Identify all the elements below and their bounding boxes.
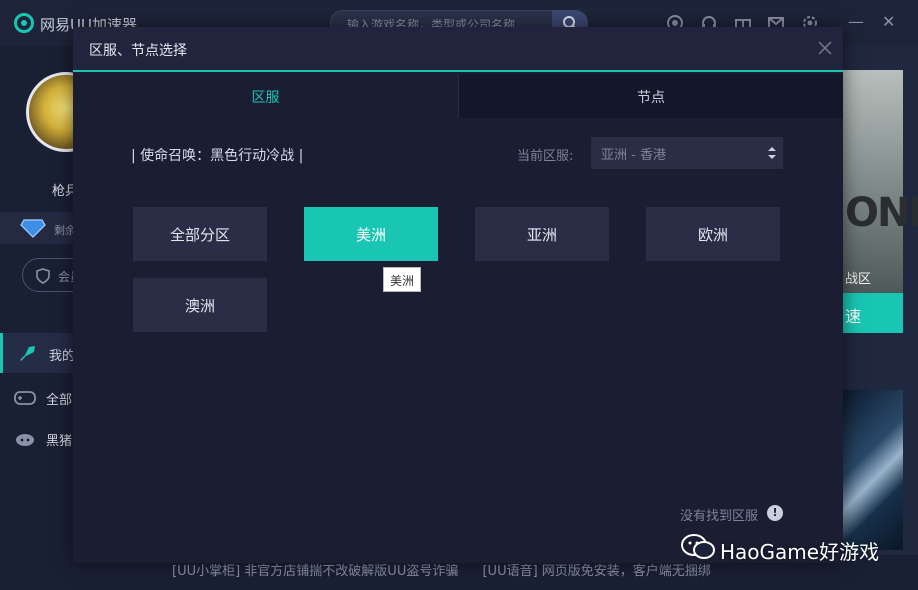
modal-tabs: 区服 节点 [73, 74, 843, 118]
region-oceania-button[interactable]: 澳洲 [133, 278, 267, 332]
shield-icon [36, 268, 50, 284]
region-tooltip: 美洲 [383, 267, 422, 292]
region-europe-button[interactable]: 欧洲 [646, 207, 780, 261]
ticker-item[interactable]: [UU小掌柜] 非官方店铺揣不改破解版UU盗号诈骗 [172, 564, 458, 579]
promo-accelerate-button[interactable]: 速 [843, 293, 903, 333]
current-region-value: 亚洲 - 香港 [601, 148, 666, 163]
promo-word: ONE [845, 190, 918, 236]
wechat-icon [681, 534, 715, 559]
sidebar-item-label: 黑猪 [46, 434, 73, 449]
close-window-icon[interactable]: ✕ [882, 12, 895, 31]
uu-logo-icon [14, 13, 34, 33]
ticker-item[interactable]: [UU语音] 网页版免安装，客户端无捆绑 [482, 564, 710, 579]
current-region-select[interactable]: 亚洲 - 香港 [591, 137, 783, 169]
modal-header: 区服、节点选择 [73, 27, 843, 72]
info-icon[interactable]: ! [767, 505, 783, 521]
sidebar-item-label: 我的 [49, 349, 76, 364]
gamepad-icon [14, 391, 36, 405]
region-not-found-link[interactable]: 没有找到区服 [680, 505, 758, 524]
modal-title: 区服、节点选择 [89, 43, 187, 59]
select-arrows-icon [768, 147, 776, 159]
close-icon[interactable] [816, 39, 834, 57]
diamond-icon [20, 219, 46, 238]
tab-node[interactable]: 节点 [458, 74, 843, 118]
rocket-icon [20, 346, 35, 361]
watermark-text: HaoGame好游戏 [720, 540, 880, 564]
promo-subtitle: 战区 [845, 272, 872, 287]
current-region-label: 当前区服: [517, 149, 574, 164]
game-name-label: | 使命召唤：黑色行动冷战 | [131, 148, 304, 164]
promo-card-secondary[interactable] [843, 390, 903, 550]
minimize-icon[interactable]: — [848, 12, 864, 31]
pig-icon [16, 434, 34, 446]
region-americas-button[interactable]: 美洲 [304, 207, 438, 261]
region-all-button[interactable]: 全部分区 [133, 207, 267, 261]
sidebar-item-label: 全部 [46, 393, 73, 408]
region-asia-button[interactable]: 亚洲 [475, 207, 609, 261]
tab-region[interactable]: 区服 [73, 74, 458, 118]
region-node-modal: 区服、节点选择 区服 节点 | 使命召唤：黑色行动冷战 | 当前区服: 亚洲 -… [73, 27, 843, 563]
